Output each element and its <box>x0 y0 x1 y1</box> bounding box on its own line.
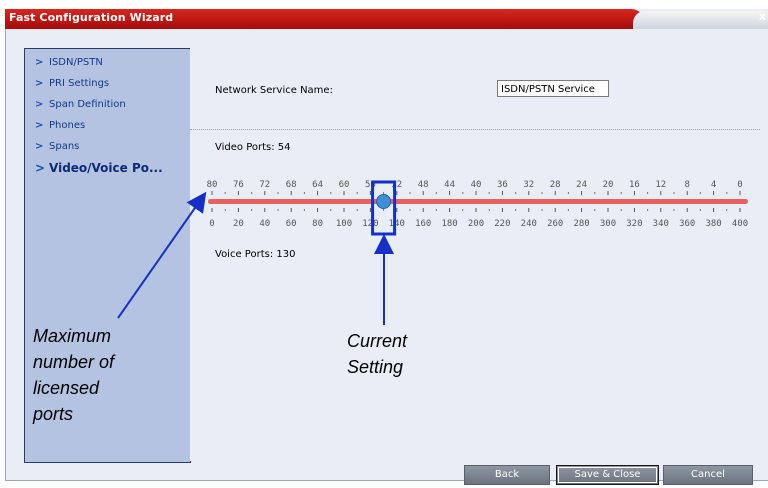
arrow-to-max-ports <box>117 191 207 319</box>
back-button[interactable]: Back <box>464 465 550 485</box>
annotation-arrows <box>117 191 394 325</box>
cancel-button[interactable]: Cancel <box>663 465 753 485</box>
annotation-current-setting: Current Setting <box>347 331 408 377</box>
annotation-max-licensed-ports: Maximum number of licensed ports <box>33 326 115 424</box>
save-close-button[interactable]: Save & Close <box>556 465 659 485</box>
